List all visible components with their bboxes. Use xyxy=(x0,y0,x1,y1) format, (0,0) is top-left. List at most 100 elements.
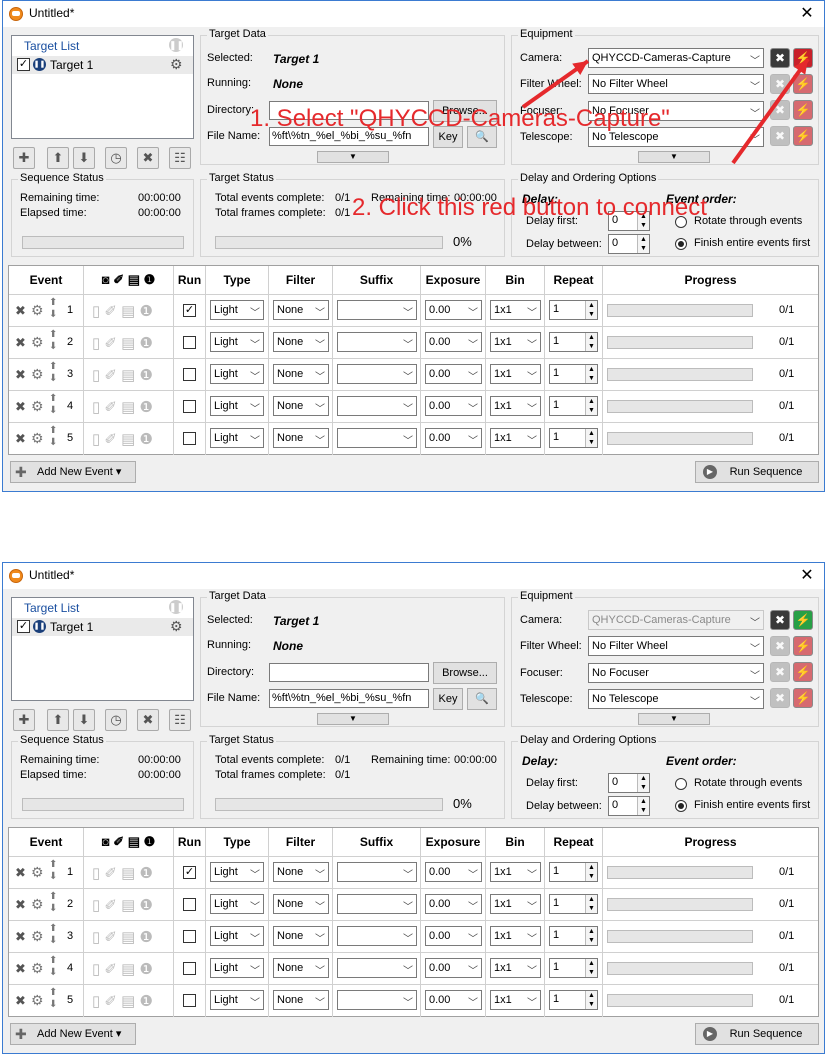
run-checkbox[interactable] xyxy=(183,898,196,911)
type-select[interactable]: Light ﹀ xyxy=(210,862,264,882)
target-list-box[interactable]: Target List ❚❚ ✓ ❚❚ Target 1 ⚙ xyxy=(11,597,194,701)
disconnect-icon[interactable]: ✖ xyxy=(770,636,790,656)
delay-first-spinner[interactable]: 0 ▲ ▼ xyxy=(608,773,650,793)
exposure-select[interactable]: 0.00 ﹀ xyxy=(425,332,482,352)
connect-icon[interactable]: ⚡ xyxy=(793,126,813,146)
gear-icon[interactable]: ⚙ xyxy=(31,928,44,945)
down-arrow-icon[interactable]: ⬇ xyxy=(73,709,95,731)
disconnect-icon[interactable]: ✖ xyxy=(770,662,790,682)
chevron-down-icon[interactable]: ▼ xyxy=(638,713,710,725)
disconnect-icon[interactable]: ✖ xyxy=(770,48,790,68)
filename-input[interactable]: %ft\%tn_%el_%bi_%su_%fn xyxy=(269,689,429,708)
add-event-button[interactable]: Add New Event ▾ xyxy=(10,461,136,483)
reorder-arrows-icon[interactable]: ⬆ ⬇ xyxy=(49,297,57,321)
exposure-select[interactable]: 0.00 ﹀ xyxy=(425,428,482,448)
repeat-spinner[interactable]: 1 ▲ ▼ xyxy=(549,990,598,1010)
list-item[interactable]: ✓ ❚❚ Target 1 ⚙ xyxy=(12,56,193,74)
telescope-select[interactable]: No Telescope ﹀ xyxy=(588,689,764,709)
down-arrow-icon[interactable]: ⬇ xyxy=(73,147,95,169)
exposure-select[interactable]: 0.00 ﹀ xyxy=(425,862,482,882)
gear-icon[interactable]: ⚙ xyxy=(31,334,44,351)
add-event-button[interactable]: Add New Event ▾ xyxy=(10,1023,136,1045)
connect-icon[interactable]: ⚡ xyxy=(793,74,813,94)
filter-select[interactable]: None ﹀ xyxy=(273,300,329,320)
reorder-arrows-icon[interactable]: ⬆ ⬇ xyxy=(49,329,57,353)
rotate-radio[interactable] xyxy=(675,778,687,790)
type-select[interactable]: Light ﹀ xyxy=(210,332,264,352)
type-select[interactable]: Light ﹀ xyxy=(210,396,264,416)
run-checkbox[interactable] xyxy=(183,962,196,975)
gear-icon[interactable]: ⚙ xyxy=(170,56,183,73)
reorder-arrows-icon[interactable]: ⬆ ⬇ xyxy=(49,923,57,947)
finish-radio[interactable] xyxy=(675,800,687,812)
gear-icon[interactable]: ⚙ xyxy=(31,430,44,447)
chevron-down-icon[interactable]: ▼ xyxy=(317,713,389,725)
focuser-select[interactable]: No Focuser ﹀ xyxy=(588,663,764,683)
filter-select[interactable]: None ﹀ xyxy=(273,958,329,978)
reorder-arrows-icon[interactable]: ⬆ ⬇ xyxy=(49,891,57,915)
reorder-arrows-icon[interactable]: ⬆ ⬇ xyxy=(49,987,57,1011)
bin-select[interactable]: 1x1 ﹀ xyxy=(490,990,541,1010)
directory-input[interactable] xyxy=(269,663,429,682)
camera-select[interactable]: QHYCCD-Cameras-Capture ﹀ xyxy=(588,610,764,630)
suffix-select[interactable]: ﹀ xyxy=(337,364,417,384)
filter-select[interactable]: None ﹀ xyxy=(273,428,329,448)
suffix-select[interactable]: ﹀ xyxy=(337,428,417,448)
filter-select[interactable]: None ﹀ xyxy=(273,862,329,882)
suffix-select[interactable]: ﹀ xyxy=(337,894,417,914)
delete-icon[interactable]: ✖ xyxy=(15,303,26,319)
disconnect-icon[interactable]: ✖ xyxy=(770,100,790,120)
bin-select[interactable]: 1x1 ﹀ xyxy=(490,428,541,448)
connect-icon[interactable]: ⚡ xyxy=(793,688,813,708)
gear-icon[interactable]: ⚙ xyxy=(31,992,44,1009)
gear-icon[interactable]: ⚙ xyxy=(31,366,44,383)
settings-icon[interactable]: ☷ xyxy=(169,147,191,169)
filter-select[interactable]: None ﹀ xyxy=(273,396,329,416)
chevron-down-icon[interactable]: ▼ xyxy=(638,151,710,163)
suffix-select[interactable]: ﹀ xyxy=(337,396,417,416)
disconnect-icon[interactable]: ✖ xyxy=(770,74,790,94)
table-row[interactable]: ✖ ⚙ ⬆ ⬇ 3 ▯ ✐ ▤ ❶ Light ﹀ None ﹀ ﹀ 0.00 ﹀ 1x1 ﹀ 1 ▲ ▼ 0/1 xyxy=(9,920,818,953)
type-select[interactable]: Light ﹀ xyxy=(210,300,264,320)
delete-icon[interactable]: ✖ xyxy=(15,993,26,1009)
suffix-select[interactable]: ﹀ xyxy=(337,926,417,946)
pause-icon[interactable]: ❚❚ xyxy=(169,600,184,614)
connect-icon[interactable]: ⚡ xyxy=(793,662,813,682)
delete-icon[interactable]: ✖ xyxy=(15,865,26,881)
exposure-select[interactable]: 0.00 ﹀ xyxy=(425,990,482,1010)
delete-icon[interactable]: ✖ xyxy=(137,147,159,169)
suffix-select[interactable]: ﹀ xyxy=(337,862,417,882)
delay-between-spinner[interactable]: 0 ▲ ▼ xyxy=(608,234,650,254)
delete-icon[interactable]: ✖ xyxy=(15,929,26,945)
table-row[interactable]: ✖ ⚙ ⬆ ⬇ 5 ▯ ✐ ▤ ❶ Light ﹀ None ﹀ ﹀ 0.00 ﹀ 1x1 ﹀ 1 ▲ ▼ 0/1 xyxy=(9,984,818,1017)
table-row[interactable]: ✖ ⚙ ⬆ ⬇ 4 ▯ ✐ ▤ ❶ Light ﹀ None ﹀ ﹀ 0.00 ﹀ 1x1 ﹀ 1 ▲ ▼ 0/1 xyxy=(9,390,818,423)
reorder-arrows-icon[interactable]: ⬆ ⬇ xyxy=(49,955,57,979)
finish-radio[interactable] xyxy=(675,238,687,250)
bin-select[interactable]: 1x1 ﹀ xyxy=(490,862,541,882)
target-list-box[interactable]: Target List ❚❚ ✓ ❚❚ Target 1 ⚙ xyxy=(11,35,194,139)
gear-icon[interactable]: ⚙ xyxy=(31,302,44,319)
browse-button[interactable]: Browse... xyxy=(433,662,497,684)
connect-icon[interactable]: ⚡ xyxy=(793,610,813,630)
reorder-arrows-icon[interactable]: ⬆ ⬇ xyxy=(49,361,57,385)
delete-icon[interactable]: ✖ xyxy=(15,961,26,977)
add-icon[interactable]: ✚ xyxy=(13,147,35,169)
pause-icon[interactable]: ❚❚ xyxy=(169,38,184,52)
bin-select[interactable]: 1x1 ﹀ xyxy=(490,894,541,914)
repeat-spinner[interactable]: 1 ▲ ▼ xyxy=(549,926,598,946)
reorder-arrows-icon[interactable]: ⬆ ⬇ xyxy=(49,425,57,449)
search-icon[interactable]: 🔍 xyxy=(467,688,497,710)
table-row[interactable]: ✖ ⚙ ⬆ ⬇ 4 ▯ ✐ ▤ ❶ Light ﹀ None ﹀ ﹀ 0.00 ﹀ 1x1 ﹀ 1 ▲ ▼ 0/1 xyxy=(9,952,818,985)
filter-select[interactable]: None ﹀ xyxy=(273,332,329,352)
exposure-select[interactable]: 0.00 ﹀ xyxy=(425,926,482,946)
run-checkbox[interactable] xyxy=(183,432,196,445)
connect-icon[interactable]: ⚡ xyxy=(793,100,813,120)
exposure-select[interactable]: 0.00 ﹀ xyxy=(425,894,482,914)
exposure-select[interactable]: 0.00 ﹀ xyxy=(425,958,482,978)
table-row[interactable]: ✖ ⚙ ⬆ ⬇ 2 ▯ ✐ ▤ ❶ Light ﹀ None ﹀ ﹀ 0.00 ﹀ 1x1 ﹀ 1 ▲ ▼ 0/1 xyxy=(9,326,818,359)
run-checkbox[interactable]: ✓ xyxy=(183,304,196,317)
type-select[interactable]: Light ﹀ xyxy=(210,958,264,978)
delete-icon[interactable]: ✖ xyxy=(15,897,26,913)
filter-select[interactable]: None ﹀ xyxy=(273,990,329,1010)
delete-icon[interactable]: ✖ xyxy=(15,431,26,447)
